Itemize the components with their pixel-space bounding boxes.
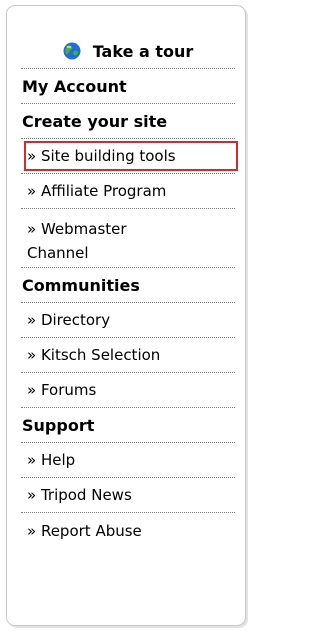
menu-link-label: » Webmaster Channel (27, 220, 127, 262)
menu-link-kitsch-selection[interactable]: » Kitsch Selection (21, 338, 235, 373)
menu-header-label: Create your site (22, 111, 168, 131)
menu-link-tripod-news[interactable]: » Tripod News (21, 478, 235, 513)
globe-icon (63, 42, 81, 60)
menu-link-label: » Help (27, 451, 76, 469)
menu-link-affiliate-program[interactable]: » Affiliate Program (21, 174, 235, 209)
menu-link-label: » Kitsch Selection (27, 346, 161, 364)
menu-link-label: » Tripod News (27, 486, 132, 504)
menu-header-label: My Account (22, 76, 127, 96)
menu-header-communities: Communities (21, 268, 235, 303)
sidebar-panel: Take a tour My Account Create your site … (6, 5, 246, 626)
menu-header-create-your-site: Create your site (21, 104, 235, 139)
menu-header-support: Support (21, 408, 235, 443)
menu-link-label: » Report Abuse (27, 521, 142, 540)
menu-link-label: » Directory (27, 311, 111, 329)
menu-link-directory[interactable]: » Directory (21, 303, 235, 338)
menu-header-label: Support (22, 415, 95, 435)
menu-link-help[interactable]: » Help (21, 443, 235, 478)
menu-link-webmaster-channel[interactable]: » Webmaster Channel (21, 209, 235, 268)
menu-link-site-building-tools[interactable]: » Site building tools (21, 139, 238, 174)
take-a-tour-link[interactable]: Take a tour (21, 34, 235, 69)
menu-header-label: Communities (22, 275, 140, 295)
menu-header-my-account[interactable]: My Account (21, 69, 235, 104)
menu-link-report-abuse[interactable]: » Report Abuse (21, 513, 235, 548)
sidebar-menu: Take a tour My Account Create your site … (21, 34, 238, 548)
menu-link-label: » Affiliate Program (27, 182, 167, 200)
menu-link-label: » Forums (27, 381, 97, 399)
take-a-tour-label: Take a tour (92, 41, 194, 61)
menu-link-label: » Site building tools (27, 147, 176, 165)
menu-link-forums[interactable]: » Forums (21, 373, 235, 408)
